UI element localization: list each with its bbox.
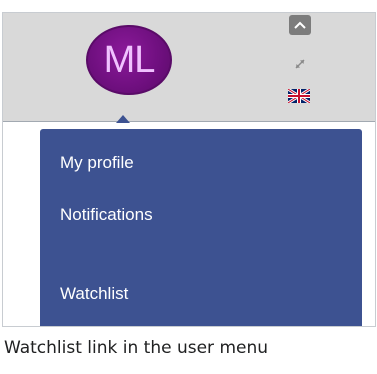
menu-item-watchlist[interactable]: Watchlist (60, 284, 128, 304)
screenshot-frame: ML My profile Notifications Watchlist (2, 12, 376, 327)
image-caption: Watchlist link in the user menu (4, 338, 269, 358)
uk-flag-icon[interactable] (288, 89, 310, 103)
menu-pointer (116, 115, 130, 123)
expand-arrows-icon[interactable] (293, 57, 307, 71)
collapse-button[interactable] (289, 15, 311, 35)
chevron-up-icon (294, 21, 306, 29)
user-avatar[interactable]: ML (86, 25, 172, 95)
user-header: ML (3, 13, 375, 123)
menu-item-my-profile[interactable]: My profile (60, 153, 134, 173)
menu-item-notifications[interactable]: Notifications (60, 205, 153, 225)
user-dropdown-menu: My profile Notifications Watchlist (40, 129, 362, 326)
avatar-initials: ML (103, 38, 156, 81)
